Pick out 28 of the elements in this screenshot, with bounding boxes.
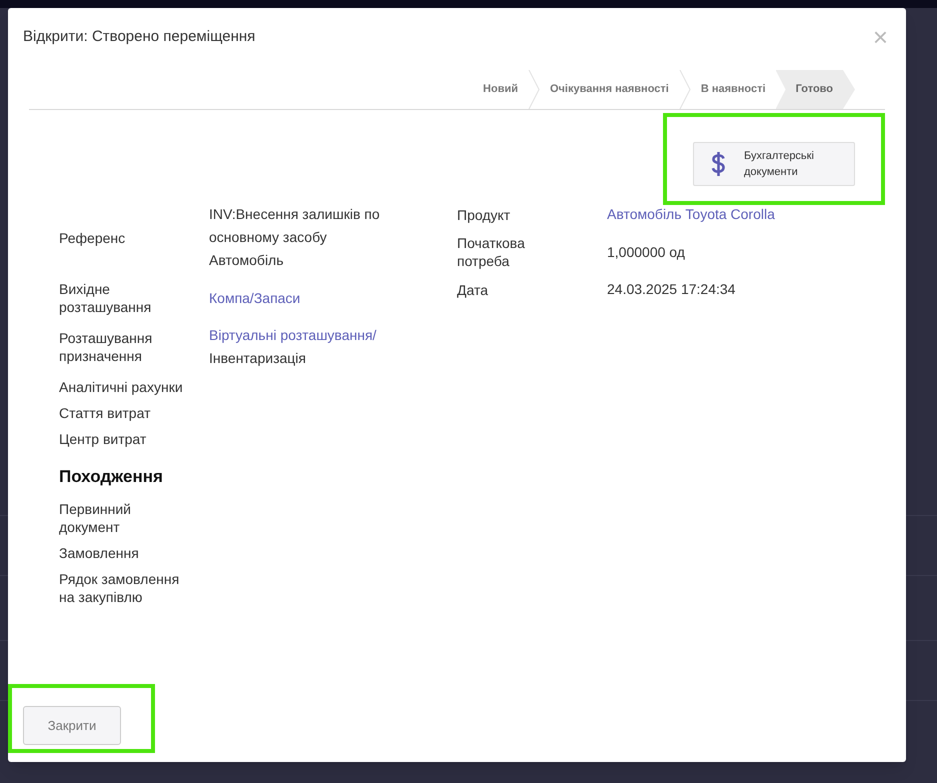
field-label: Аналітичні рахунки [59, 378, 184, 396]
field-link[interactable]: Віртуальні розташування/ [209, 324, 395, 347]
status-stage[interactable]: В наявності [690, 70, 776, 109]
section-heading: Походження [59, 466, 164, 488]
dollar-icon [711, 151, 726, 177]
field-value: 24.03.2025 17:24:34 [607, 280, 736, 299]
field-value: 1,000000 од [607, 242, 686, 262]
field-link[interactable]: Автомобіль Toyota Corolla [607, 203, 793, 226]
field-label: Вихідне розташування [59, 280, 152, 316]
field-label: Референс [59, 228, 126, 246]
field-label: Стаття витрат [59, 404, 152, 422]
field-label: Замовлення [59, 544, 140, 562]
field-label: Дата [457, 280, 490, 298]
accounting-documents-button[interactable]: Бухгалтерські документи [693, 142, 855, 186]
field-label: Центр витрат [59, 430, 148, 448]
field-value: INV:Внесення залишків по основному засобу Автомобіль [209, 205, 381, 270]
field-label: Початкова потреба [457, 234, 526, 270]
field-label: Рядок замовлення на закупівлю [59, 570, 180, 606]
field-label: Розташування призначення [59, 329, 154, 365]
close-dialog-button[interactable]: Закрити [23, 706, 121, 745]
field-label: Продукт [457, 206, 512, 224]
field-label: Первинний документ [59, 500, 132, 536]
field-value: Інвентаризація [209, 349, 307, 368]
dialog-title: Відкрити: Створено переміщення [23, 27, 256, 47]
status-stage[interactable]: Новий [473, 70, 528, 109]
status-stage[interactable]: Готово [776, 70, 855, 109]
status-stage[interactable]: Очікування наявності [540, 70, 679, 109]
field-link[interactable]: Компа/Запаси [209, 286, 395, 310]
